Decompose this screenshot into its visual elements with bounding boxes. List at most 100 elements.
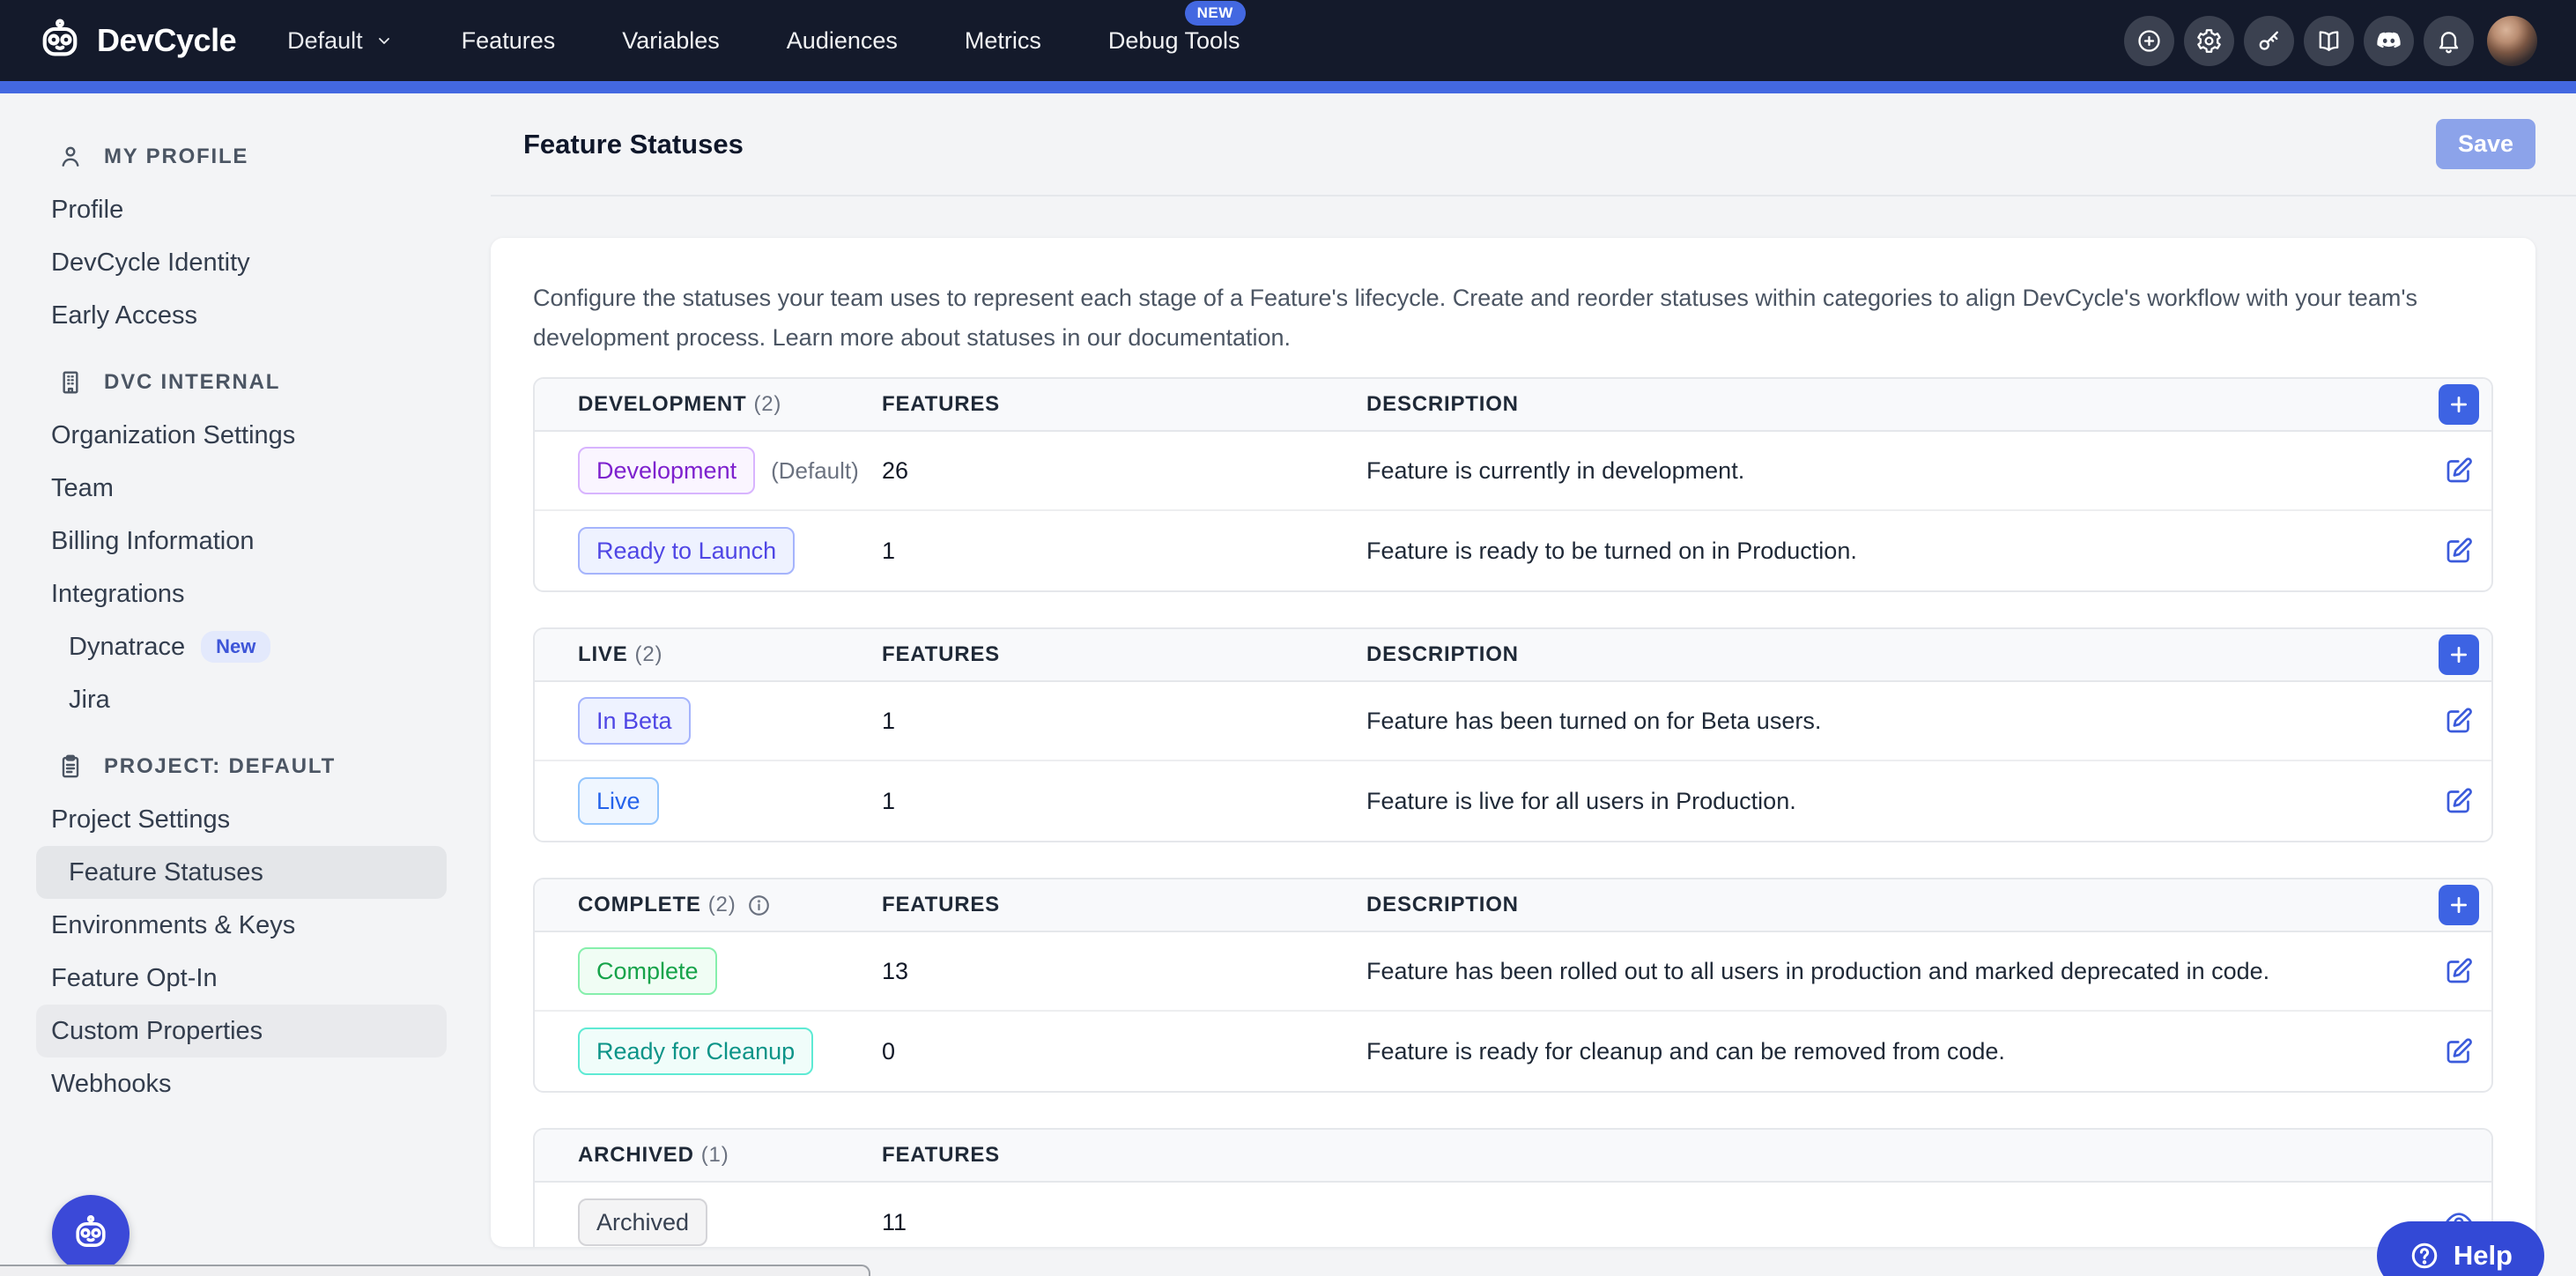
- category-header: ARCHIVED(1): [578, 1143, 882, 1168]
- sidebar-item-environments-keys[interactable]: Environments & Keys: [36, 899, 447, 952]
- nav-item-label: Metrics: [965, 27, 1041, 54]
- status-cell: Archived: [578, 1198, 882, 1246]
- row-actions: [2380, 450, 2479, 491]
- navbar-actions: [2124, 16, 2537, 66]
- navbar-items: Features Variables Audiences Metrics Debug T…: [462, 27, 1240, 55]
- add-status-button[interactable]: [2439, 384, 2479, 425]
- status-badge: Ready to Launch: [578, 527, 795, 575]
- save-button[interactable]: Save: [2436, 119, 2535, 169]
- help-label: Help: [2454, 1240, 2513, 1272]
- features-column-header: FEATURES: [882, 893, 1366, 917]
- status-description: Feature is ready to be turned on in Prod…: [1366, 538, 2380, 565]
- nav-item-features[interactable]: Features: [462, 27, 556, 55]
- add-status-button[interactable]: [2439, 634, 2479, 675]
- status-cell: Development(Default): [578, 447, 882, 494]
- person-icon: [56, 143, 85, 171]
- sidebar-item-label: Organization Settings: [51, 421, 295, 450]
- user-avatar[interactable]: [2487, 16, 2537, 66]
- status-badge: Complete: [578, 947, 717, 995]
- edit-icon: [2443, 705, 2475, 737]
- top-navbar: DevCycle Default Features Variables Audien…: [0, 0, 2576, 81]
- nav-item-label: Features: [462, 27, 556, 54]
- edit-status-button[interactable]: [2439, 450, 2479, 491]
- devcycle-robot-icon: [35, 16, 85, 65]
- question-icon: [2409, 1240, 2440, 1272]
- accent-bar: [0, 81, 2576, 93]
- help-button[interactable]: Help: [2377, 1221, 2544, 1276]
- nav-item-variables[interactable]: Variables: [622, 27, 720, 55]
- sidebar-item-profile[interactable]: Profile: [36, 183, 447, 236]
- sidebar-item-custom-properties[interactable]: Custom Properties: [36, 1005, 447, 1057]
- sidebar-item-billing-information[interactable]: Billing Information: [36, 515, 447, 568]
- status-description: Feature is ready for cleanup and can be …: [1366, 1038, 2380, 1065]
- category-count: (2): [753, 392, 781, 417]
- sidebar-item-label: Profile: [51, 196, 123, 225]
- horizontal-scrollbar[interactable]: [0, 1265, 870, 1276]
- book-icon: [2315, 27, 2343, 55]
- status-badge: Live: [578, 777, 659, 825]
- sidebar-item-webhooks[interactable]: Webhooks: [36, 1057, 447, 1110]
- bell-button[interactable]: [2424, 16, 2474, 66]
- sidebar-section-header: PROJECT: DEFAULT: [0, 740, 480, 793]
- edit-icon: [2443, 785, 2475, 817]
- sidebar-item-organization-settings[interactable]: Organization Settings: [36, 409, 447, 462]
- plus-icon: [2446, 642, 2471, 667]
- devcycle-bot-launcher-button[interactable]: [52, 1195, 130, 1272]
- features-count: 26: [882, 457, 1366, 485]
- status-row-in-beta: In Beta1Feature has been turned on for B…: [535, 682, 2491, 761]
- table-header-row: LIVE(2)FEATURESDESCRIPTION: [535, 629, 2491, 682]
- category-label: DEVELOPMENT: [578, 392, 746, 417]
- nav-item-metrics[interactable]: Metrics: [965, 27, 1041, 55]
- sidebar-item-project-settings[interactable]: Project Settings: [36, 793, 447, 846]
- plus-circle-button[interactable]: [2124, 16, 2174, 66]
- status-badge: Development: [578, 447, 755, 494]
- sidebar-item-label: Webhooks: [51, 1070, 172, 1099]
- status-table-archived: ARCHIVED(1)FEATURESArchived11: [533, 1128, 2493, 1247]
- sidebar-item-jira[interactable]: Jira: [36, 673, 447, 726]
- status-cell: Ready to Launch: [578, 527, 882, 575]
- sidebar-item-devcycle-identity[interactable]: DevCycle Identity: [36, 236, 447, 289]
- row-actions: [2380, 951, 2479, 991]
- header-actions: [2380, 384, 2479, 425]
- edit-status-button[interactable]: [2439, 530, 2479, 571]
- gear-button[interactable]: [2184, 16, 2234, 66]
- edit-status-button[interactable]: [2439, 781, 2479, 821]
- info-icon[interactable]: [746, 893, 772, 918]
- book-button[interactable]: [2304, 16, 2354, 66]
- row-actions: [2380, 530, 2479, 571]
- org-dropdown[interactable]: Default: [287, 27, 395, 55]
- sidebar-item-label: Integrations: [51, 580, 185, 609]
- nav-item-audiences[interactable]: Audiences: [787, 27, 898, 55]
- category-label: COMPLETE: [578, 893, 701, 917]
- key-button[interactable]: [2244, 16, 2294, 66]
- edit-icon: [2443, 1035, 2475, 1067]
- sidebar-item-dynatrace[interactable]: DynatraceNew: [36, 620, 447, 673]
- sidebar-item-feature-statuses[interactable]: Feature Statuses: [36, 846, 447, 899]
- sidebar-section-dvc-internal: DVC INTERNALOrganization SettingsTeamBil…: [0, 356, 480, 726]
- robot-icon: [70, 1213, 112, 1255]
- edit-status-button[interactable]: [2439, 1031, 2479, 1072]
- gear-icon: [2195, 27, 2223, 55]
- bell-icon: [2435, 27, 2462, 55]
- features-count: 1: [882, 788, 1366, 815]
- page-title: Feature Statuses: [523, 129, 744, 160]
- sidebar-item-team[interactable]: Team: [36, 462, 447, 515]
- edit-status-button[interactable]: [2439, 951, 2479, 991]
- nav-item-debug-tools[interactable]: Debug ToolsNEW: [1108, 27, 1240, 55]
- devcycle-logo[interactable]: DevCycle: [35, 16, 236, 65]
- status-table-development: DEVELOPMENT(2)FEATURESDESCRIPTIONDevelop…: [533, 377, 2493, 592]
- discord-button[interactable]: [2364, 16, 2414, 66]
- sidebar-item-integrations[interactable]: Integrations: [36, 568, 447, 620]
- sidebar-item-label: DevCycle Identity: [51, 249, 250, 278]
- category-header: COMPLETE(2): [578, 893, 882, 918]
- status-badge: In Beta: [578, 697, 691, 745]
- sidebar-item-feature-opt-in[interactable]: Feature Opt-In: [36, 952, 447, 1005]
- sidebar-item-early-access[interactable]: Early Access: [36, 289, 447, 342]
- status-description: Feature has been turned on for Beta user…: [1366, 708, 2380, 735]
- sidebar-item-label: Custom Properties: [51, 1017, 263, 1046]
- status-row-ready-to-launch: Ready to Launch1Feature is ready to be t…: [535, 511, 2491, 590]
- chevron-down-icon: [374, 30, 395, 51]
- edit-status-button[interactable]: [2439, 701, 2479, 741]
- add-status-button[interactable]: [2439, 885, 2479, 925]
- status-tables: DEVELOPMENT(2)FEATURESDESCRIPTIONDevelop…: [533, 377, 2493, 1247]
